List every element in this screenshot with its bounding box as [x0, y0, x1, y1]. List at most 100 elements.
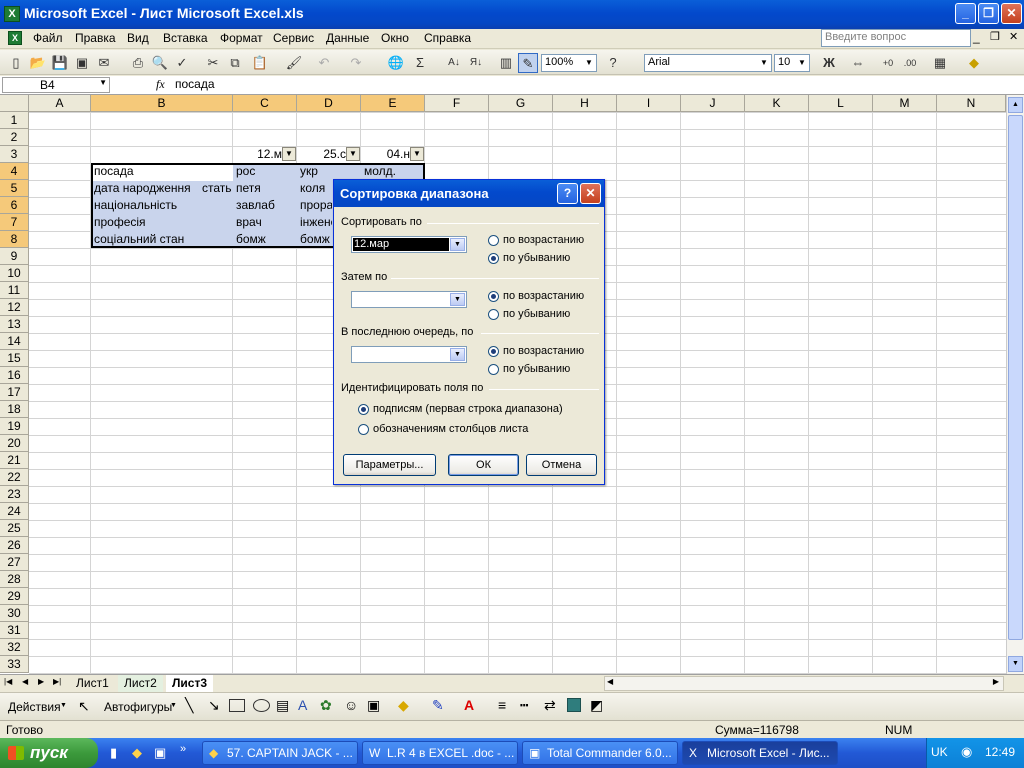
- sort3-asc-label[interactable]: по возрастанию: [503, 345, 584, 357]
- select-pointer-icon[interactable]: ↖: [78, 698, 90, 715]
- cell-d8[interactable]: бомж: [298, 231, 332, 248]
- cell-c7[interactable]: врач: [234, 214, 296, 231]
- clipart-icon[interactable]: ☺: [344, 697, 358, 713]
- sort3-asc-radio[interactable]: [488, 346, 499, 357]
- email-icon[interactable]: ✉: [94, 53, 114, 73]
- row-header-7[interactable]: 7: [0, 214, 29, 231]
- row-header-12[interactable]: 12: [0, 299, 29, 316]
- row-header-14[interactable]: 14: [0, 333, 29, 350]
- menu-edit[interactable]: Правка: [75, 31, 116, 45]
- menu-help[interactable]: Справка: [424, 31, 471, 45]
- scroll-left-icon[interactable]: ◀: [607, 677, 613, 686]
- row-header-22[interactable]: 22: [0, 469, 29, 486]
- cell-d6[interactable]: прораб: [298, 197, 332, 214]
- merge-center-icon[interactable]: ⇔: [848, 53, 868, 73]
- col-header-n[interactable]: N: [937, 95, 1006, 112]
- row-header-24[interactable]: 24: [0, 503, 29, 520]
- first-sheet-icon[interactable]: |◀: [4, 677, 12, 686]
- line-style-icon[interactable]: ≡: [498, 697, 506, 713]
- sort1-asc-radio[interactable]: [488, 235, 499, 246]
- col-header-m[interactable]: M: [873, 95, 937, 112]
- row-header-11[interactable]: 11: [0, 282, 29, 299]
- prev-sheet-icon[interactable]: ◀: [22, 677, 28, 686]
- quicklaunch-icon[interactable]: ▮: [110, 745, 117, 761]
- no-header-label[interactable]: обозначениям столбцов листа: [373, 423, 528, 435]
- task-captain-jack[interactable]: ◆ 57. CAPTAIN JACK - ...: [202, 741, 358, 765]
- increase-decimal-icon[interactable]: +0: [878, 53, 898, 73]
- cell-e3[interactable]: 04.н: [378, 146, 410, 163]
- col-header-d[interactable]: D: [297, 95, 361, 112]
- row-header-17[interactable]: 17: [0, 384, 29, 401]
- scroll-right-icon[interactable]: ▶: [993, 677, 999, 686]
- borders-icon[interactable]: ▦: [930, 53, 950, 73]
- sort2-desc-label[interactable]: по убыванию: [503, 308, 570, 320]
- sort2-asc-label[interactable]: по возрастанию: [503, 290, 584, 302]
- row-header-2[interactable]: 2: [0, 129, 29, 146]
- col-header-b[interactable]: B: [91, 95, 233, 112]
- line-icon[interactable]: ╲: [185, 697, 193, 714]
- 3d-style-icon[interactable]: ◩: [590, 697, 603, 714]
- menu-view[interactable]: Вид: [127, 31, 149, 45]
- sort-by-select[interactable]: 12.мар ▼: [351, 236, 467, 253]
- cell-b7[interactable]: професія: [92, 214, 232, 231]
- print-icon[interactable]: ⎙: [128, 53, 148, 73]
- row-header-30[interactable]: 30: [0, 605, 29, 622]
- language-indicator[interactable]: UK: [931, 745, 948, 759]
- row-header-18[interactable]: 18: [0, 401, 29, 418]
- sort1-asc-label[interactable]: по возрастанию: [503, 234, 584, 246]
- last-sheet-icon[interactable]: ▶|: [53, 677, 61, 686]
- row-header-5[interactable]: 5: [0, 180, 29, 197]
- spelling-icon[interactable]: ✓: [172, 53, 192, 73]
- ask-question-input[interactable]: Введите вопрос: [821, 29, 971, 47]
- select-all-corner[interactable]: [0, 95, 29, 112]
- row-header-26[interactable]: 26: [0, 537, 29, 554]
- arrow-style-icon[interactable]: ⇄: [544, 697, 556, 714]
- cell-c6[interactable]: завлаб: [234, 197, 296, 214]
- col-header-f[interactable]: F: [425, 95, 489, 112]
- start-button[interactable]: пуск: [0, 738, 98, 768]
- autofilter-dropdown-icon[interactable]: ▼: [410, 147, 424, 161]
- formula-input[interactable]: посада: [175, 77, 215, 91]
- col-header-a[interactable]: A: [29, 95, 91, 112]
- menu-format[interactable]: Формат: [220, 31, 263, 45]
- save-icon[interactable]: 💾: [50, 53, 70, 73]
- sheet-tab-3[interactable]: Лист3: [166, 675, 214, 692]
- more-icon[interactable]: »: [180, 743, 186, 755]
- shadow-style-icon[interactable]: [567, 698, 581, 712]
- paste-icon[interactable]: 📋: [250, 53, 270, 73]
- dash-style-icon[interactable]: ┅: [520, 697, 528, 714]
- row-header-3[interactable]: 3: [0, 146, 29, 163]
- doc-restore-button[interactable]: ❐: [990, 30, 1000, 43]
- rectangle-icon[interactable]: [229, 699, 245, 712]
- col-header-h[interactable]: H: [553, 95, 617, 112]
- draw-actions-menu[interactable]: Действия: [8, 700, 61, 714]
- cell-c5[interactable]: петя: [234, 180, 296, 197]
- autofilter-dropdown-icon[interactable]: ▼: [346, 147, 360, 161]
- row-header-15[interactable]: 15: [0, 350, 29, 367]
- font-color-icon[interactable]: A: [464, 697, 474, 713]
- drawing-toggle-icon[interactable]: ✎: [518, 53, 538, 73]
- row-header-16[interactable]: 16: [0, 367, 29, 384]
- row-header-33[interactable]: 33: [0, 656, 29, 673]
- header-row-radio[interactable]: [358, 404, 369, 415]
- col-header-e[interactable]: E: [361, 95, 425, 112]
- row-header-13[interactable]: 13: [0, 316, 29, 333]
- decrease-decimal-icon[interactable]: .00: [900, 53, 920, 73]
- dialog-help-button[interactable]: ?: [557, 183, 578, 204]
- open-icon[interactable]: 📂: [28, 53, 48, 73]
- row-header-29[interactable]: 29: [0, 588, 29, 605]
- sheet-tab-1[interactable]: Лист1: [70, 675, 115, 692]
- sort3-desc-radio[interactable]: [488, 364, 499, 375]
- row-header-25[interactable]: 25: [0, 520, 29, 537]
- arrow-icon[interactable]: ↘: [208, 697, 220, 714]
- font-select[interactable]: Arial ▼: [644, 54, 772, 72]
- wordart-icon[interactable]: A: [298, 697, 307, 713]
- bold-button[interactable]: Ж: [819, 53, 839, 73]
- redo-icon[interactable]: ↷: [346, 53, 366, 73]
- options-button[interactable]: Параметры...: [343, 454, 436, 476]
- textbox-icon[interactable]: ▤: [276, 697, 289, 714]
- sort3-desc-label[interactable]: по убыванию: [503, 363, 570, 375]
- copy-icon[interactable]: ⧉: [225, 53, 245, 73]
- dialog-close-button[interactable]: ✕: [580, 183, 601, 204]
- scroll-down-icon[interactable]: ▼: [1008, 656, 1023, 672]
